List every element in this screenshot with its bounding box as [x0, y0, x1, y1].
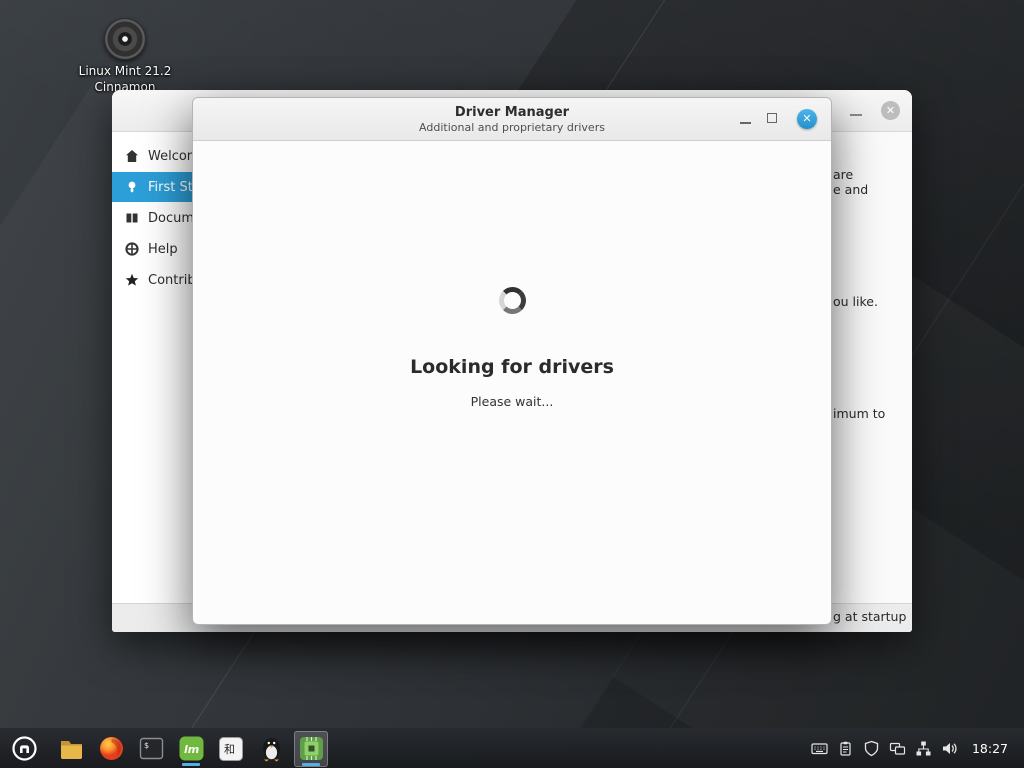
- keyboard-layout-tray-icon[interactable]: [811, 740, 828, 757]
- terminal-prompt-glyph: $: [144, 741, 149, 750]
- lifebuoy-icon: [125, 242, 139, 256]
- firefox-icon: [98, 735, 125, 762]
- book-icon: [125, 211, 139, 225]
- input-method-icon: 和: [218, 736, 244, 762]
- mint-menu-icon: [11, 735, 38, 762]
- loading-spinner-icon: [499, 287, 526, 314]
- maximize-icon[interactable]: [767, 113, 777, 123]
- loading-heading: Looking for drivers: [410, 356, 614, 378]
- driver-manager-body: Looking for drivers Please wait...: [193, 141, 831, 409]
- tux-app-launcher[interactable]: [254, 731, 288, 767]
- driver-manager-titlebar[interactable]: Driver Manager Additional and proprietar…: [193, 98, 831, 141]
- network-shares-tray-icon[interactable]: [889, 740, 906, 757]
- welcome-text-fragment: imum to: [833, 407, 885, 421]
- driver-manager-window: Driver Manager Additional and proprietar…: [192, 97, 832, 625]
- volume-tray-icon[interactable]: [941, 740, 958, 757]
- minimize-icon[interactable]: [740, 111, 751, 124]
- system-tray: 18:27: [811, 740, 1024, 757]
- window-subtitle: Additional and proprietary drivers: [193, 121, 831, 134]
- minimize-icon[interactable]: [850, 102, 862, 116]
- sidebar-item-label: Help: [148, 242, 178, 257]
- lightbulb-icon: [125, 180, 139, 194]
- driver-manager-icon: [298, 735, 325, 762]
- welcome-text-fragment: g at startup: [833, 610, 906, 624]
- menu-button[interactable]: [0, 729, 48, 768]
- ime-glyph: 和: [224, 743, 235, 756]
- folder-icon: [58, 735, 85, 762]
- terminal-icon: $: [139, 736, 164, 761]
- terminal-launcher[interactable]: $: [134, 731, 168, 767]
- mint-welcome-icon: lm: [178, 735, 205, 762]
- update-shield-tray-icon[interactable]: [863, 740, 880, 757]
- welcome-app-button[interactable]: lm: [174, 731, 208, 767]
- star-icon: [125, 273, 139, 287]
- close-icon[interactable]: ✕: [797, 109, 817, 129]
- taskbar: $ lm 和: [0, 728, 1024, 768]
- clipboard-tray-icon[interactable]: [837, 740, 854, 757]
- network-tree-tray-icon[interactable]: [915, 740, 932, 757]
- home-icon: [125, 149, 139, 163]
- close-icon[interactable]: ✕: [881, 101, 900, 120]
- running-indicator: [182, 763, 200, 766]
- window-title: Driver Manager: [193, 98, 831, 120]
- mint-logo-glyph: lm: [184, 743, 199, 756]
- taskbar-launchers: $ lm 和: [54, 731, 328, 767]
- welcome-text-fragment: e and: [833, 183, 868, 197]
- firefox-launcher[interactable]: [94, 731, 128, 767]
- penguin-icon: [259, 735, 284, 762]
- input-method-button[interactable]: 和: [214, 731, 248, 767]
- desktop-icon-install[interactable]: Linux Mint 21.2 Cinnamon: [77, 18, 173, 95]
- welcome-text-fragment: are: [833, 168, 853, 182]
- taskbar-clock[interactable]: 18:27: [972, 741, 1016, 756]
- install-disc-icon: [104, 18, 146, 60]
- files-launcher[interactable]: [54, 731, 88, 767]
- running-indicator: [302, 763, 320, 766]
- welcome-text-fragment: ou like.: [833, 295, 878, 309]
- loading-status: Please wait...: [471, 394, 554, 409]
- driver-manager-taskbar-button[interactable]: [294, 731, 328, 767]
